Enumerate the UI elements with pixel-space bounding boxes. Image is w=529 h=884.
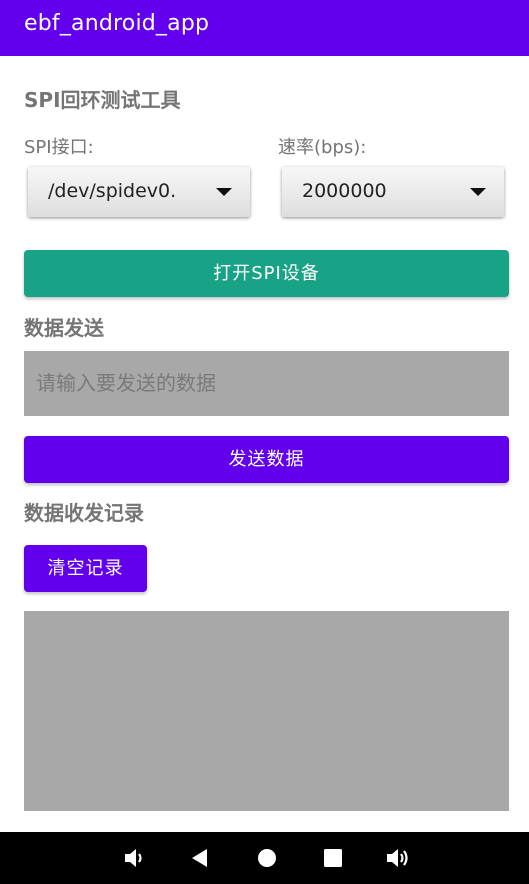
send-section-title: 数据发送 <box>24 316 104 340</box>
volume-up-icon[interactable] <box>385 846 411 870</box>
dropdown-arrow-icon <box>470 188 486 196</box>
send-data-placeholder: 请输入要发送的数据 <box>36 371 216 395</box>
back-icon[interactable] <box>187 846 213 870</box>
send-data-input[interactable]: 请输入要发送的数据 <box>24 351 509 416</box>
baud-rate-spinner[interactable]: 2000000 <box>282 167 504 217</box>
baud-rate-value: 2000000 <box>302 180 387 202</box>
system-navigation-bar <box>0 832 529 884</box>
clear-log-button[interactable]: 清空记录 <box>24 545 147 592</box>
main-content: SPI回环测试工具 SPI接口: 速率(bps): /dev/spidev0. … <box>0 56 529 832</box>
spi-interface-spinner[interactable]: /dev/spidev0. <box>28 167 250 217</box>
dropdown-arrow-icon <box>216 188 232 196</box>
log-output-area[interactable] <box>24 611 509 811</box>
open-spi-device-button[interactable]: 打开SPI设备 <box>24 250 509 297</box>
home-icon[interactable] <box>254 846 280 870</box>
volume-down-icon[interactable] <box>122 846 148 870</box>
spi-interface-value: /dev/spidev0. <box>48 180 177 202</box>
recents-icon[interactable] <box>320 846 346 870</box>
app-title: ebf_android_app <box>24 11 210 36</box>
send-data-button[interactable]: 发送数据 <box>24 436 509 483</box>
log-section-title: 数据收发记录 <box>24 501 144 525</box>
app-bar: ebf_android_app <box>0 0 529 56</box>
baud-rate-label: 速率(bps): <box>278 137 367 158</box>
page-title: SPI回环测试工具 <box>24 88 181 112</box>
spi-interface-label: SPI接口: <box>24 137 94 158</box>
